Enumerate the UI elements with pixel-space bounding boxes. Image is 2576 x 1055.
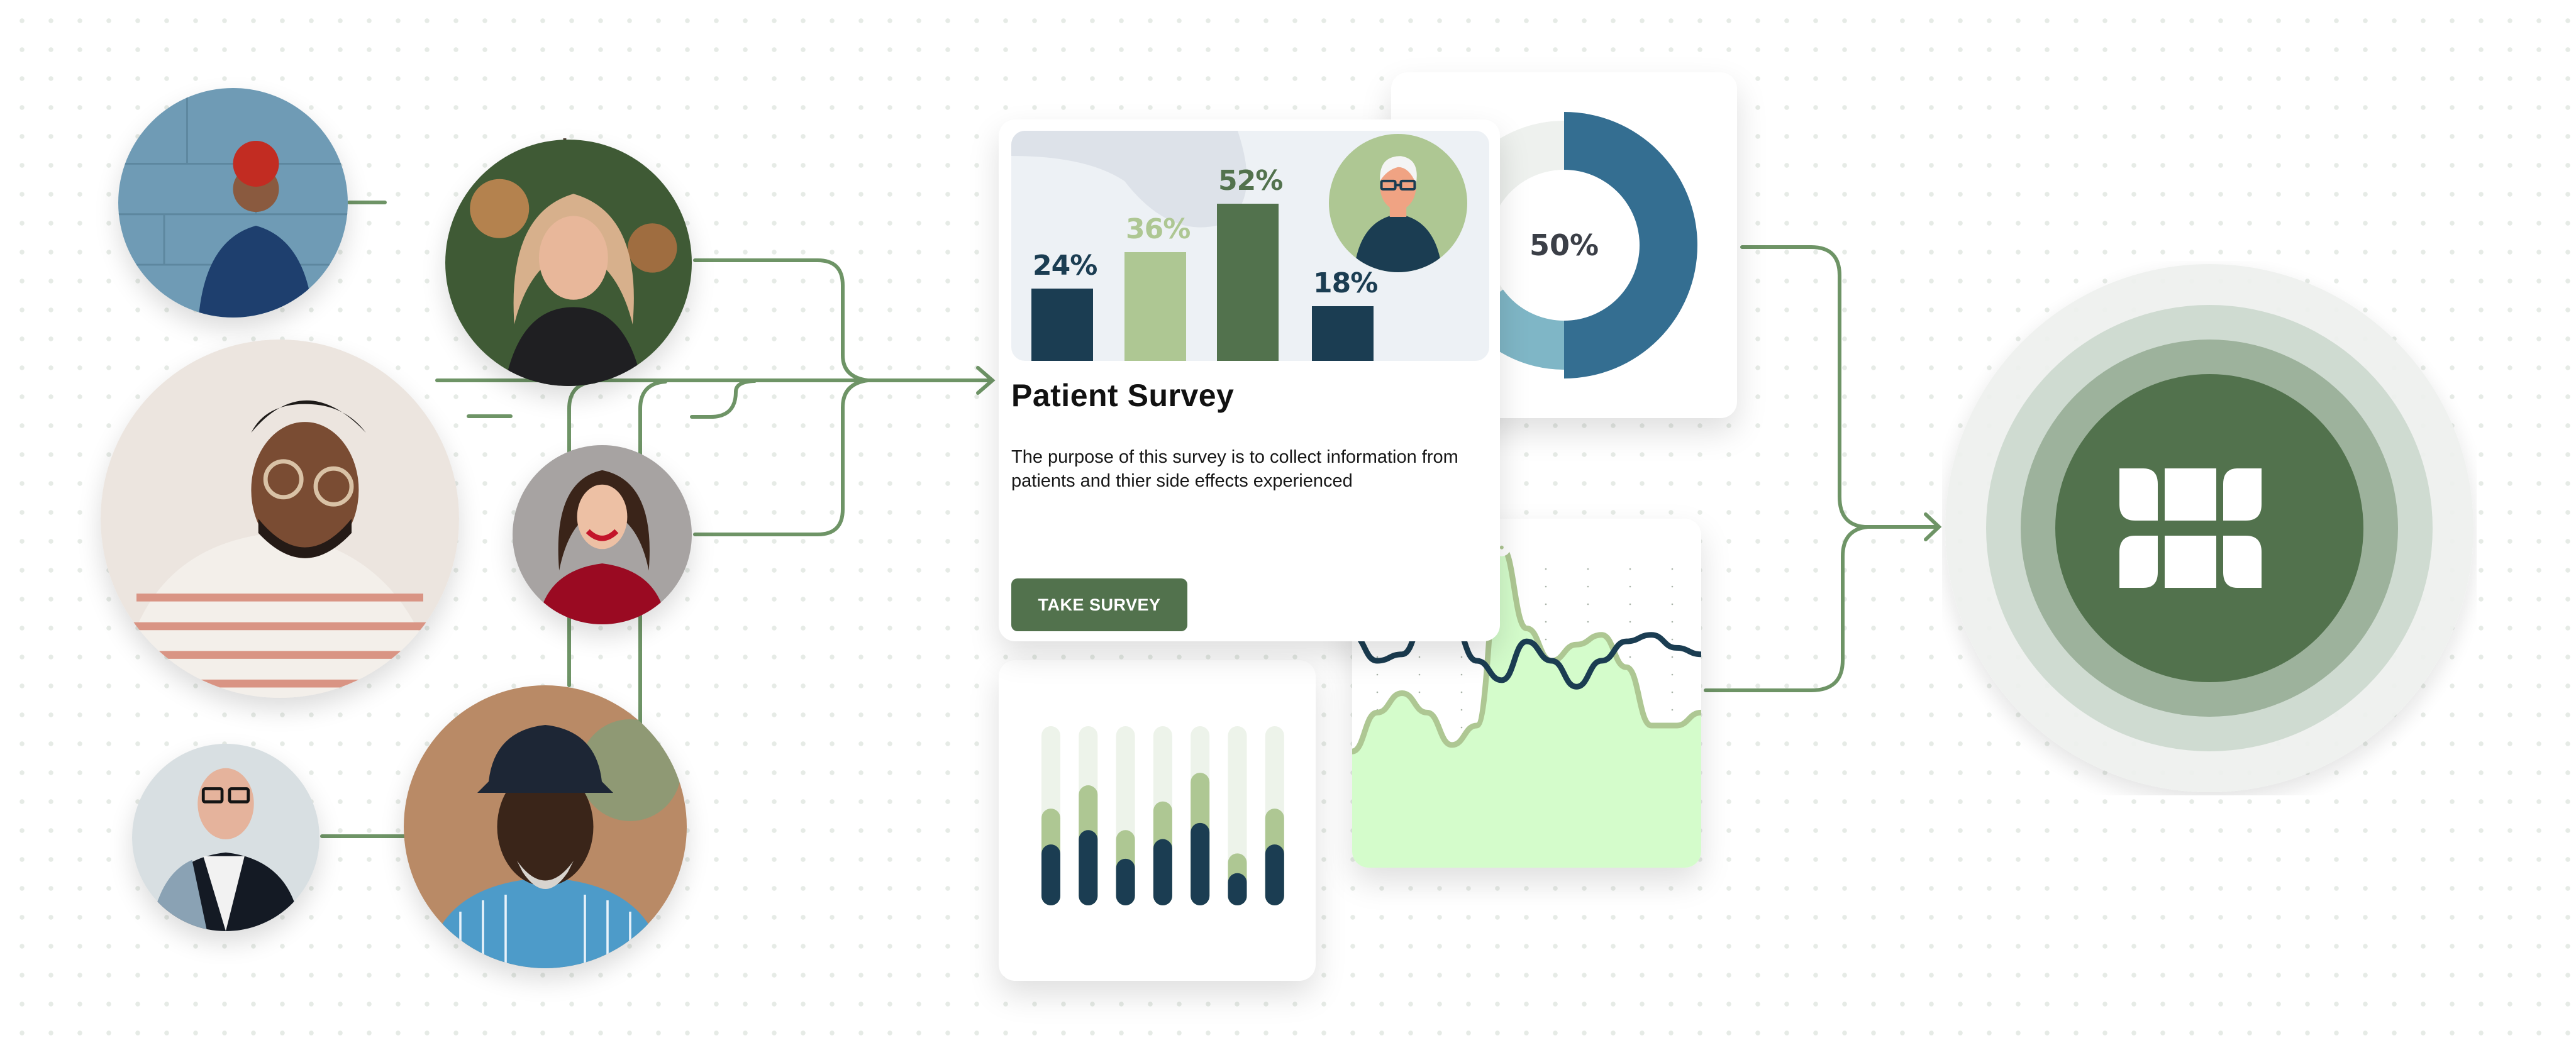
- grid-dot: [1587, 585, 1589, 588]
- survey-bar-label-3: 52%: [1218, 165, 1283, 197]
- connector-a4-loop4: [693, 378, 870, 536]
- connector-a2-card: [693, 258, 870, 382]
- grid-dot: [1460, 726, 1463, 729]
- grid-dot: [1587, 603, 1589, 605]
- grid-dot: [1587, 568, 1589, 570]
- survey-bar-1: [1031, 288, 1093, 361]
- grid-dot: [1460, 673, 1463, 676]
- connector-donut-hub: [1740, 245, 1867, 529]
- stacked-bar-chart: [1041, 726, 1284, 905]
- peak-marker-dot: [1499, 545, 1504, 550]
- grid-dot: [1671, 691, 1674, 693]
- grid-dot: [1376, 691, 1379, 693]
- grid-dot: [1418, 691, 1421, 693]
- patient-survey-card: 24% 36% 52% 18% Patient Survey The purpose …: [999, 119, 1500, 641]
- grid-dot: [1376, 673, 1379, 676]
- person-photo-icon: [132, 744, 319, 931]
- connector-a4-loop3: [690, 379, 757, 419]
- grid-dot: [1376, 656, 1379, 658]
- bar-navy-1: [1041, 844, 1060, 905]
- grid-dot: [1671, 603, 1674, 605]
- avatar-woman-red-hair[interactable]: [118, 88, 348, 318]
- hub-rings: [1945, 264, 2473, 792]
- grid-dot: [1545, 621, 1547, 623]
- person-photo-icon: [513, 445, 692, 624]
- survey-bar-2: [1124, 251, 1186, 361]
- grid-dot: [1460, 656, 1463, 658]
- survey-hero-chart: 24% 36% 52% 18%: [1011, 131, 1489, 361]
- grid-dot: [1671, 568, 1674, 570]
- survey-bar-label-2: 36%: [1126, 213, 1191, 245]
- person-photo-icon: [101, 340, 459, 698]
- grid-dot: [1629, 621, 1631, 623]
- avatar-man-hat[interactable]: [404, 685, 687, 968]
- avatar-man-suit-glasses[interactable]: [132, 744, 319, 931]
- grid-dot: [1587, 621, 1589, 623]
- grid-dot: [1629, 603, 1631, 605]
- hub-core: [2055, 374, 2363, 682]
- bar-navy-6: [1228, 873, 1247, 905]
- survey-bar-label-1: 24%: [1033, 249, 1097, 282]
- grid-dot: [1671, 621, 1674, 623]
- take-survey-button[interactable]: TAKE SURVEY: [1011, 578, 1187, 631]
- grid-dot: [1418, 673, 1421, 676]
- person-photo-icon: [404, 685, 687, 968]
- grid-dot: [1671, 709, 1674, 711]
- survey-description: The purpose of this survey is to collect…: [1011, 447, 1458, 491]
- stacked-bars-card: [999, 660, 1316, 981]
- grid-dot: [1418, 656, 1421, 658]
- avatar-woman-smiling[interactable]: [513, 445, 692, 624]
- elderly-man-avatar-icon: [1329, 134, 1467, 272]
- grid-dot: [1629, 568, 1631, 570]
- bar-navy-5: [1191, 822, 1210, 905]
- grid-dot: [1545, 638, 1547, 641]
- bar-navy-4: [1153, 839, 1172, 905]
- grid-dot: [1629, 656, 1631, 658]
- survey-title: Patient Survey: [1011, 378, 1235, 413]
- avatar-man-glasses-beard[interactable]: [101, 340, 459, 698]
- survey-bar-label-4: 18%: [1313, 267, 1378, 300]
- grid-dot: [1671, 673, 1674, 676]
- connector-line-hub: [1704, 525, 1870, 692]
- bar-navy-2: [1079, 830, 1098, 905]
- person-photo-icon: [445, 140, 692, 386]
- grid-dot: [1545, 585, 1547, 588]
- avatar-woman-blonde[interactable]: [445, 140, 692, 386]
- grid-dot: [1671, 585, 1674, 588]
- grid-dot: [1545, 603, 1547, 605]
- grid-dot: [1671, 656, 1674, 658]
- grid-dot: [1460, 709, 1463, 711]
- grid-dot: [1545, 568, 1547, 570]
- survey-bar-4: [1312, 306, 1374, 361]
- bar-navy-3: [1116, 858, 1135, 905]
- grid-dot: [1671, 638, 1674, 641]
- survey-bar-3: [1217, 204, 1279, 361]
- person-photo-icon: [118, 88, 348, 318]
- bar-navy-7: [1265, 844, 1284, 905]
- grid-dot: [1629, 585, 1631, 588]
- grid-dot: [1460, 691, 1463, 693]
- hub-logo-circle[interactable]: [1942, 261, 2477, 795]
